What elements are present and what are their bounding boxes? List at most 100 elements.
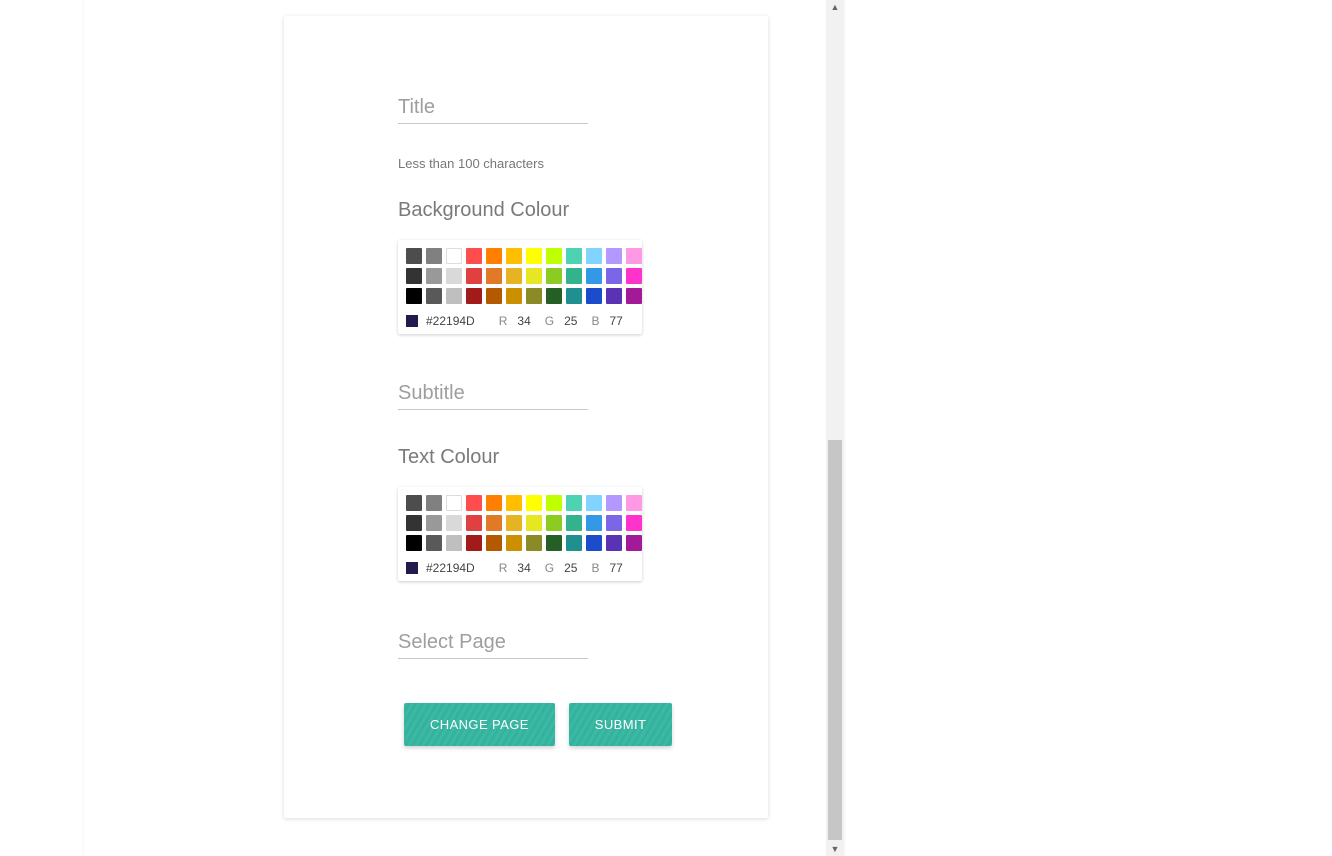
- colour-swatch[interactable]: [526, 535, 542, 551]
- colour-swatch[interactable]: [486, 268, 502, 284]
- colour-swatch[interactable]: [526, 248, 542, 264]
- bg-selected-chip: [406, 315, 418, 327]
- colour-swatch[interactable]: [506, 495, 522, 511]
- colour-swatch[interactable]: [546, 248, 562, 264]
- colour-swatch[interactable]: [526, 268, 542, 284]
- colour-swatch[interactable]: [486, 535, 502, 551]
- colour-swatch[interactable]: [406, 268, 422, 284]
- r-label-2: R: [499, 561, 508, 575]
- colour-swatch[interactable]: [606, 248, 622, 264]
- colour-swatch[interactable]: [466, 495, 482, 511]
- bg-hex-value: #22194D: [426, 314, 475, 328]
- colour-swatch[interactable]: [486, 248, 502, 264]
- colour-swatch[interactable]: [606, 495, 622, 511]
- colour-swatch[interactable]: [446, 495, 462, 511]
- colour-swatch[interactable]: [566, 288, 582, 304]
- colour-swatch[interactable]: [606, 535, 622, 551]
- text-r-value: 34: [517, 561, 530, 575]
- colour-swatch[interactable]: [466, 268, 482, 284]
- colour-swatch[interactable]: [546, 288, 562, 304]
- colour-swatch[interactable]: [526, 495, 542, 511]
- colour-swatch[interactable]: [566, 515, 582, 531]
- change-page-button[interactable]: Change Page: [404, 703, 555, 746]
- colour-swatch[interactable]: [586, 515, 602, 531]
- g-label-2: G: [545, 561, 554, 575]
- colour-swatch[interactable]: [526, 515, 542, 531]
- colour-swatch[interactable]: [426, 495, 442, 511]
- colour-swatch[interactable]: [466, 288, 482, 304]
- text-b-value: 77: [609, 561, 622, 575]
- colour-swatch[interactable]: [486, 515, 502, 531]
- colour-swatch[interactable]: [626, 248, 642, 264]
- colour-swatch[interactable]: [626, 495, 642, 511]
- colour-swatch[interactable]: [466, 515, 482, 531]
- colour-swatch[interactable]: [626, 268, 642, 284]
- colour-swatch[interactable]: [406, 288, 422, 304]
- colour-swatch[interactable]: [566, 268, 582, 284]
- colour-swatch[interactable]: [426, 515, 442, 531]
- colour-swatch[interactable]: [526, 288, 542, 304]
- colour-swatch[interactable]: [426, 268, 442, 284]
- app-frame: Less than 100 characters Background Colo…: [84, 0, 844, 856]
- colour-swatch[interactable]: [586, 535, 602, 551]
- colour-swatch[interactable]: [406, 515, 422, 531]
- colour-swatch[interactable]: [626, 288, 642, 304]
- colour-swatch[interactable]: [586, 248, 602, 264]
- colour-swatch[interactable]: [446, 288, 462, 304]
- colour-swatch[interactable]: [606, 268, 622, 284]
- colour-swatch[interactable]: [626, 515, 642, 531]
- scroll-area: Less than 100 characters Background Colo…: [84, 0, 826, 856]
- text-colour-info: #22194D R 34 G 25 B 77: [406, 561, 634, 575]
- text-colour-palette: #22194D R 34 G 25 B 77: [398, 487, 642, 581]
- submit-button[interactable]: Submit: [569, 703, 673, 746]
- subtitle-input[interactable]: [398, 380, 588, 410]
- colour-swatch[interactable]: [586, 288, 602, 304]
- bg-g-value: 25: [564, 314, 577, 328]
- scroll-thumb[interactable]: [828, 440, 842, 840]
- colour-swatch[interactable]: [546, 495, 562, 511]
- colour-swatch[interactable]: [546, 535, 562, 551]
- bg-r-value: 34: [517, 314, 530, 328]
- colour-swatch[interactable]: [566, 248, 582, 264]
- colour-swatch[interactable]: [506, 535, 522, 551]
- text-selected-chip: [406, 562, 418, 574]
- title-input[interactable]: [398, 94, 588, 124]
- colour-swatch[interactable]: [426, 535, 442, 551]
- colour-swatch[interactable]: [546, 515, 562, 531]
- colour-swatch[interactable]: [486, 288, 502, 304]
- colour-swatch[interactable]: [606, 288, 622, 304]
- colour-swatch[interactable]: [546, 268, 562, 284]
- colour-swatch[interactable]: [446, 248, 462, 264]
- scroll-down-arrow-icon[interactable]: ▼: [826, 842, 844, 856]
- colour-swatch[interactable]: [626, 535, 642, 551]
- colour-swatch[interactable]: [506, 515, 522, 531]
- scrollbar[interactable]: ▲ ▼: [826, 0, 844, 856]
- scroll-up-arrow-icon[interactable]: ▲: [826, 0, 844, 14]
- title-hint: Less than 100 characters: [398, 156, 712, 171]
- colour-swatch[interactable]: [586, 495, 602, 511]
- colour-swatch[interactable]: [506, 268, 522, 284]
- colour-swatch[interactable]: [566, 495, 582, 511]
- colour-swatch[interactable]: [446, 268, 462, 284]
- colour-swatch[interactable]: [406, 535, 422, 551]
- colour-swatch[interactable]: [506, 248, 522, 264]
- colour-swatch[interactable]: [426, 288, 442, 304]
- colour-swatch[interactable]: [506, 288, 522, 304]
- colour-swatch[interactable]: [426, 248, 442, 264]
- bg-swatch-grid: [406, 248, 634, 304]
- colour-swatch[interactable]: [566, 535, 582, 551]
- text-g-value: 25: [564, 561, 577, 575]
- colour-swatch[interactable]: [406, 495, 422, 511]
- colour-swatch[interactable]: [486, 495, 502, 511]
- r-label: R: [499, 314, 508, 328]
- colour-swatch[interactable]: [446, 515, 462, 531]
- colour-swatch[interactable]: [606, 515, 622, 531]
- colour-swatch[interactable]: [406, 248, 422, 264]
- background-colour-label: Background Colour: [398, 199, 712, 222]
- colour-swatch[interactable]: [586, 268, 602, 284]
- colour-swatch[interactable]: [446, 535, 462, 551]
- colour-swatch[interactable]: [466, 535, 482, 551]
- colour-swatch[interactable]: [466, 248, 482, 264]
- select-page-input[interactable]: [398, 629, 588, 659]
- button-row: Change Page Submit: [404, 703, 712, 746]
